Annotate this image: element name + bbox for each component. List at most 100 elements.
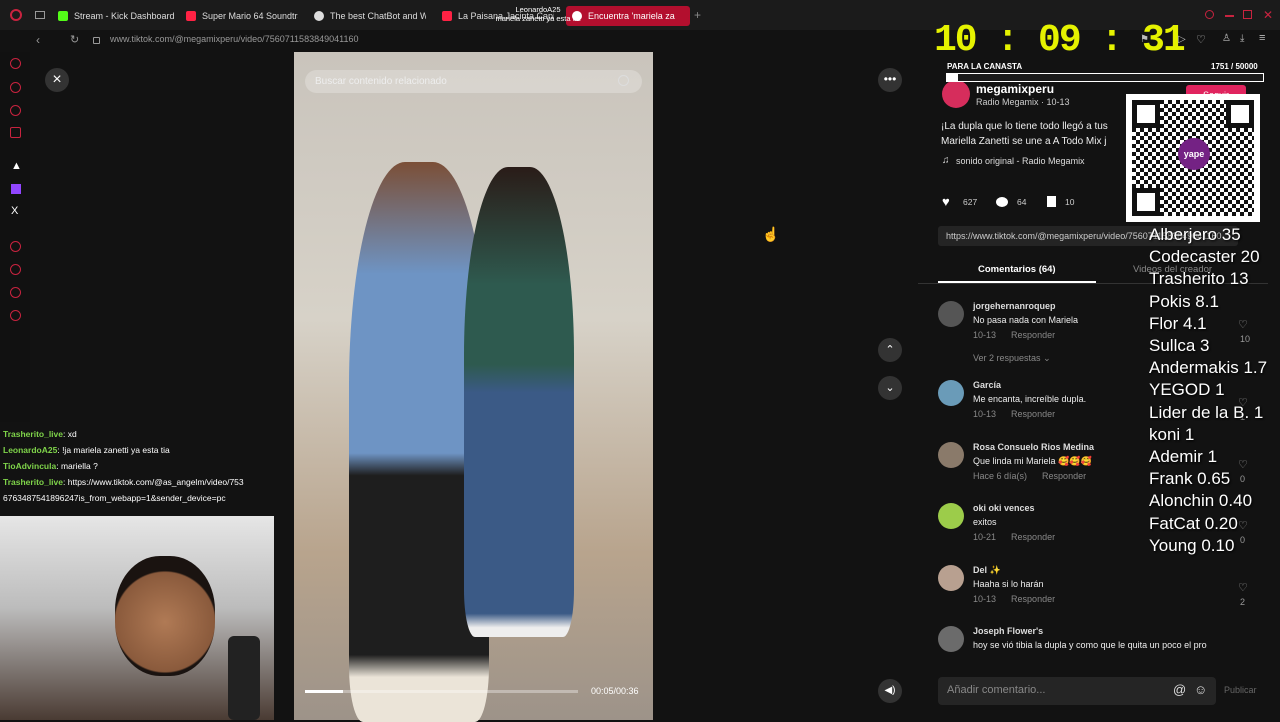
stream-chat: Trasherito_live: xd LeonardoA25: !ja mari… — [0, 428, 274, 514]
leaderboard-entry: Andermakis 1.7 — [1149, 358, 1268, 378]
window-maximize-icon[interactable] — [1243, 10, 1252, 19]
chat-username[interactable]: Trasherito_live — [3, 429, 63, 439]
lock-icon — [93, 37, 100, 44]
menu-icon[interactable]: ≡ — [1259, 32, 1265, 44]
comment-author[interactable]: Rosa Consuelo Rios Medina — [973, 442, 1094, 452]
comment-author[interactable]: Del ✨ — [973, 565, 1001, 576]
goal-value: 1751 — [1211, 62, 1229, 71]
view-replies-button[interactable]: Ver 2 respuestas ⌄ — [973, 353, 1051, 364]
chat-username[interactable]: LeonardoA25 — [3, 445, 57, 455]
like-icon[interactable]: ♥ — [942, 194, 950, 209]
comment-text: hoy se vió tibia la dupla y como que le … — [973, 640, 1207, 650]
reply-button[interactable]: Responder — [1011, 594, 1055, 604]
post-description-line2: Mariella Zanetti se une a A Todo Mix j — [941, 136, 1107, 147]
heart-icon[interactable]: ♡ — [1196, 33, 1206, 46]
sidebar-kick-icon[interactable] — [10, 127, 21, 138]
qr-finder-bottom-left — [1132, 188, 1160, 216]
microphone — [228, 636, 260, 720]
avatar[interactable] — [938, 301, 964, 327]
leaderboard-entry: Young 0.10 — [1149, 535, 1235, 555]
avatar[interactable] — [938, 442, 964, 468]
window-close-icon[interactable]: ✕ — [1263, 8, 1273, 22]
video-player[interactable]: 00:05/00:36 — [294, 52, 653, 722]
sidebar-x-icon[interactable]: X — [11, 205, 18, 217]
sidebar-app-icon[interactable]: ▲ — [11, 160, 22, 172]
leaderboard-entry: Codecaster 20 — [1149, 247, 1260, 267]
avatar[interactable] — [938, 565, 964, 591]
avatar[interactable] — [938, 626, 964, 652]
sidebar-bookmark-icon[interactable] — [10, 105, 21, 116]
comment-count: 64 — [1017, 197, 1027, 207]
yape-qr-code: yape — [1126, 94, 1260, 222]
mention-icon[interactable]: @ — [1173, 682, 1186, 697]
tab-comments[interactable]: Comentarios (64) — [978, 264, 1056, 275]
chat-text: 6763487541896247is_from_webapp=1&sender_… — [3, 493, 226, 503]
leaderboard-entry: FatCat 0.20 — [1149, 513, 1238, 533]
browser-logo-icon[interactable] — [10, 9, 22, 21]
comment-like-count: 2 — [1240, 597, 1246, 607]
tab-chatbot[interactable]: The best ChatBot and Wi — [314, 6, 426, 26]
avatar[interactable] — [938, 380, 964, 406]
sidebar-timer-icon[interactable] — [10, 264, 21, 275]
profile-icon[interactable]: ♙ — [1222, 33, 1231, 44]
leaderboard-entry: Lider de la B. 1 — [1149, 402, 1264, 422]
new-tab-icon[interactable]: + — [694, 8, 701, 22]
video-progress-track[interactable] — [305, 690, 578, 693]
play-icon[interactable]: ▷ — [1178, 34, 1186, 45]
volume-icon: ◀) — [884, 685, 896, 696]
search-icon[interactable] — [1205, 10, 1214, 19]
comment-like-icon[interactable]: ♡ — [1238, 581, 1248, 594]
yape-logo-icon: yape — [1178, 138, 1210, 170]
sidebar-clock-icon[interactable] — [10, 241, 21, 252]
sidebar-extension-icon[interactable] — [10, 287, 21, 298]
leaderboard-entry: Flor 4.1 — [1149, 313, 1207, 333]
related-search-input[interactable]: Buscar contenido relacionado — [305, 70, 642, 93]
reply-button[interactable]: Responder — [1042, 471, 1086, 481]
tab-list-icon[interactable] — [35, 11, 45, 19]
search-icon[interactable] — [618, 75, 629, 86]
sidebar-history-icon[interactable] — [10, 82, 21, 93]
bookmark-icon[interactable] — [1047, 196, 1056, 207]
next-video-button[interactable]: ⌄ — [878, 376, 902, 400]
download-icon[interactable]: ⤓ — [1240, 33, 1244, 44]
comment-author[interactable]: García — [973, 380, 1001, 390]
chat-text: xd — [67, 429, 77, 439]
close-video-button[interactable]: × — [45, 68, 69, 92]
comment-author[interactable]: Joseph Flower's — [973, 626, 1043, 636]
reply-button[interactable]: Responder — [1011, 409, 1055, 419]
sidebar-twitch-icon[interactable] — [11, 184, 21, 194]
comment-meta: 10-21 Responder — [973, 532, 1055, 542]
comment-date: 10-13 — [973, 409, 997, 419]
reply-button[interactable]: Responder — [1011, 532, 1055, 542]
post-sound[interactable]: sonido original - Radio Megamix — [956, 156, 1085, 166]
chat-username[interactable]: Trasherito_live — [3, 477, 63, 487]
post-author-name[interactable]: megamixperu — [976, 82, 1054, 96]
leaderboard-entry: Alonchin 0.40 — [1149, 491, 1253, 511]
tab-mario-soundtrack[interactable]: Super Mario 64 Soundtra — [186, 6, 298, 26]
more-options-button[interactable]: ••• — [878, 68, 902, 92]
comment-text: Haaha si lo harán — [973, 579, 1044, 589]
comment-text: Que linda mi Mariela 🥰🥰🥰 — [973, 456, 1092, 466]
comment-item: Del ✨ Haaha si lo harán 10-13 Responder … — [938, 565, 1248, 615]
publish-button[interactable]: Publicar — [1224, 685, 1257, 695]
url-text[interactable]: www.tiktok.com/@megamixperu/video/756071… — [110, 34, 358, 44]
back-icon[interactable]: ‹ — [36, 33, 40, 47]
post-author-avatar[interactable] — [942, 80, 970, 108]
previous-video-button[interactable]: ⌃ — [878, 338, 902, 362]
sidebar-home-icon[interactable] — [10, 58, 21, 69]
comment-icon[interactable] — [996, 197, 1008, 207]
avatar[interactable] — [938, 503, 964, 529]
tab-kick-dashboard[interactable]: Stream - Kick Dashboard — [58, 6, 178, 26]
extensions-icon[interactable]: ⚑ — [1140, 34, 1149, 45]
volume-button[interactable]: ◀) — [878, 679, 902, 703]
comment-date: Hace 6 día(s) — [973, 471, 1028, 481]
reply-button[interactable]: Responder — [1011, 330, 1055, 340]
sidebar-settings-icon[interactable] — [10, 310, 21, 321]
comment-text: Me encanta, increíble dupla. — [973, 394, 1087, 404]
reload-icon[interactable]: ↻ — [70, 33, 79, 46]
chat-username[interactable]: TioAdvincula — [3, 461, 56, 471]
comment-author[interactable]: jorgehernanroquep — [973, 301, 1056, 311]
window-minimize-icon[interactable] — [1225, 15, 1234, 17]
comment-author[interactable]: oki oki vences — [973, 503, 1035, 513]
emoji-icon[interactable]: ☺ — [1194, 682, 1207, 697]
